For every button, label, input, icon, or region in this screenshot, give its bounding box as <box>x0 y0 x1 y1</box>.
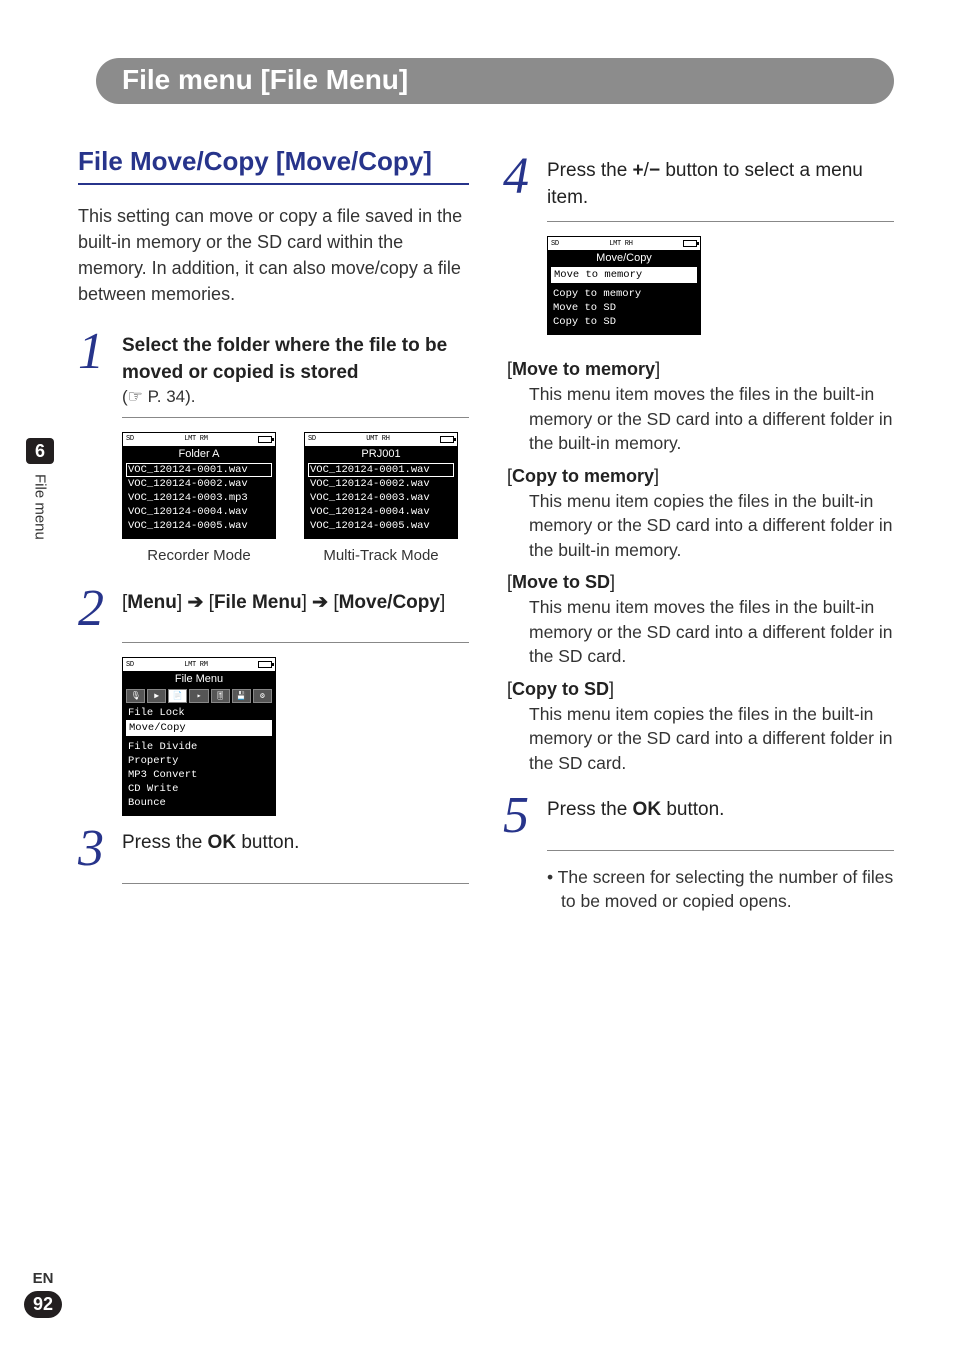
step-4-text: Press the +/− button to select a menu it… <box>547 158 894 211</box>
screen-title: Folder A <box>123 446 275 462</box>
section-title: File Move/Copy [Move/Copy] <box>78 146 469 185</box>
screen-caption: Multi-Track Mode <box>304 547 458 564</box>
chapter-title-bar: File menu [File Menu] <box>96 58 894 104</box>
list-item: Move/Copy <box>126 720 272 736</box>
status-mid: UMT RH <box>366 435 389 443</box>
screen-title: PRJ001 <box>305 446 457 462</box>
list-item: VOC_120124-0005.wav <box>308 519 454 533</box>
status-sd: SD <box>308 435 316 443</box>
status-mid: LMT RM <box>184 661 207 669</box>
footer-page-number: 92 <box>24 1291 62 1318</box>
option-move-to-memory: [Move to memory] This menu item moves th… <box>507 359 894 456</box>
step-3: 3 Press the OK button. <box>78 826 469 873</box>
section-intro: This setting can move or copy a file sav… <box>78 203 469 307</box>
step-2: 2 [Menu] ➔ [File Menu] ➔ [Move/Copy] <box>78 586 469 633</box>
step4-screen-movecopy: SD LMT RH Move/Copy Move to memory Copy … <box>547 236 701 335</box>
side-chapter-number: 6 <box>26 438 54 464</box>
list-item: VOC_120124-0004.wav <box>308 505 454 519</box>
step-5-bullet: • The screen for selecting the number of… <box>547 865 894 914</box>
tab-icon: ▶ <box>147 689 166 703</box>
list-item: VOC_120124-0004.wav <box>126 505 272 519</box>
battery-icon <box>683 240 697 247</box>
list-item: CD Write <box>126 782 272 796</box>
list-item: VOC_120124-0001.wav <box>126 463 272 477</box>
step-4: 4 Press the +/− button to select a menu … <box>503 154 894 211</box>
status-sd: SD <box>551 240 559 248</box>
list-item: VOC_120124-0001.wav <box>308 463 454 477</box>
list-item: Copy to SD <box>551 315 697 329</box>
divider <box>122 883 469 884</box>
step-1-number: 1 <box>78 329 122 376</box>
list-item: Move to memory <box>551 267 697 283</box>
list-item: Copy to memory <box>551 287 697 301</box>
step-1: 1 Select the folder where the file to be… <box>78 329 469 406</box>
step-4-number: 4 <box>503 154 547 201</box>
screen-title: Move/Copy <box>548 250 700 266</box>
step1-screen-recorder: SD LMT RM Folder A VOC_120124-0001.wav V… <box>122 432 276 539</box>
list-item: Property <box>126 754 272 768</box>
option-copy-to-sd: [Copy to SD] This menu item copies the f… <box>507 679 894 776</box>
step2-screen-filemenu: SD LMT RM File Menu 🎙 ▶ 📄 ▸ 🎚 💾 ⚙ <box>122 657 276 816</box>
battery-icon <box>258 661 272 668</box>
list-item: File Divide <box>126 740 272 754</box>
list-item: File Lock <box>126 706 272 720</box>
tab-icon: 🎚 <box>211 689 230 703</box>
status-sd: SD <box>126 435 134 443</box>
side-label: File menu <box>32 474 49 540</box>
list-item: Bounce <box>126 796 272 810</box>
step-3-number: 3 <box>78 826 122 873</box>
divider <box>547 850 894 851</box>
step-3-text: Press the OK button. <box>122 830 469 857</box>
step-1-title: Select the folder where the file to be m… <box>122 333 469 386</box>
step-5-text: Press the OK button. <box>547 797 894 824</box>
list-item: MP3 Convert <box>126 768 272 782</box>
list-item: VOC_120124-0003.mp3 <box>126 491 272 505</box>
screen-title: File Menu <box>123 671 275 687</box>
step-1-ref: (☞ P. 34). <box>122 387 469 407</box>
option-move-to-sd: [Move to SD] This menu item moves the fi… <box>507 572 894 669</box>
battery-icon <box>258 436 272 443</box>
step-5-number: 5 <box>503 793 547 840</box>
option-copy-to-memory: [Copy to memory] This menu item copies t… <box>507 466 894 563</box>
divider <box>547 221 894 222</box>
tab-icons-row: 🎙 ▶ 📄 ▸ 🎚 💾 ⚙ <box>123 687 275 705</box>
tab-icon: 💾 <box>232 689 251 703</box>
footer-lang: EN <box>33 1270 54 1287</box>
step-2-number: 2 <box>78 586 122 633</box>
page-footer: EN 92 <box>24 1270 62 1318</box>
battery-icon <box>440 436 454 443</box>
screen-caption: Recorder Mode <box>122 547 276 564</box>
status-sd: SD <box>126 661 134 669</box>
side-tab: 6 File menu <box>26 438 54 540</box>
tab-icon: 🎙 <box>126 689 145 703</box>
step-5: 5 Press the OK button. <box>503 793 894 840</box>
chapter-title: File menu [File Menu] <box>122 64 408 95</box>
step-2-path: [Menu] ➔ [File Menu] ➔ [Move/Copy] <box>122 590 469 617</box>
divider <box>122 417 469 418</box>
list-item: Move to SD <box>551 301 697 315</box>
list-item: VOC_120124-0002.wav <box>126 477 272 491</box>
list-item: VOC_120124-0002.wav <box>308 477 454 491</box>
status-mid: LMT RM <box>184 435 207 443</box>
list-item: VOC_120124-0003.wav <box>308 491 454 505</box>
tab-icon: 📄 <box>168 689 187 703</box>
step1-screen-multitrack: SD UMT RH PRJ001 VOC_120124-0001.wav VOC… <box>304 432 458 539</box>
divider <box>122 642 469 643</box>
tab-icon: ⚙ <box>253 689 272 703</box>
list-item: VOC_120124-0005.wav <box>126 519 272 533</box>
tab-icon: ▸ <box>189 689 208 703</box>
status-mid: LMT RH <box>609 240 632 248</box>
